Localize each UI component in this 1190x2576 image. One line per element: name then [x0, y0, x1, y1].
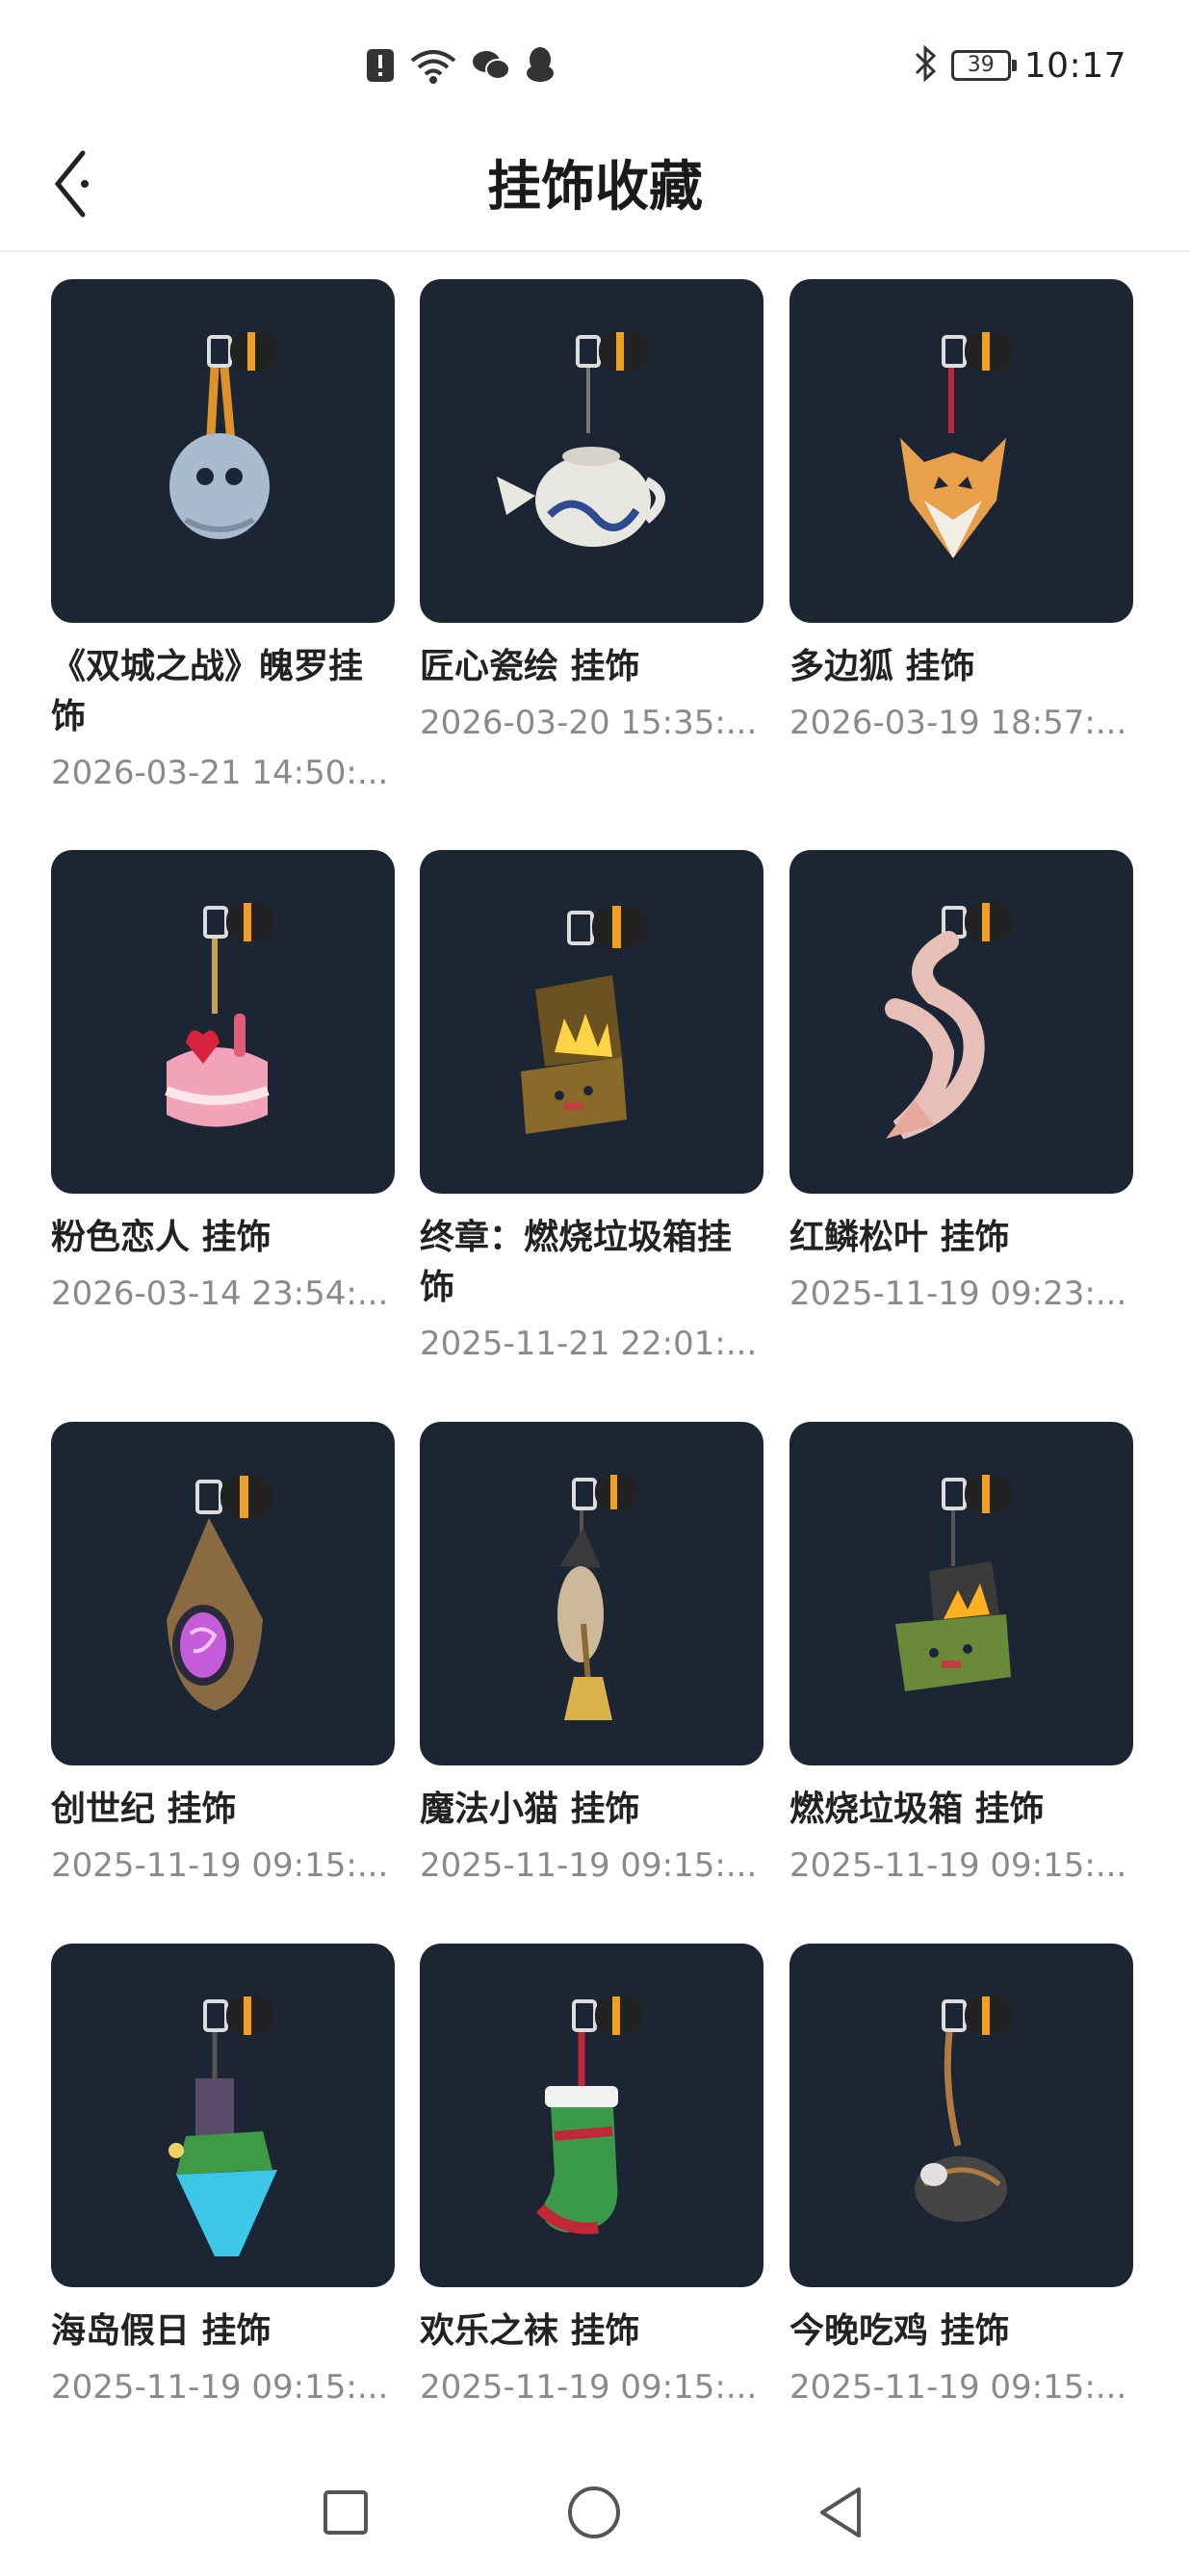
pendant-date: 2025-11-21 22:01:... [420, 1325, 758, 1363]
battery-icon: 39 [950, 50, 1017, 81]
pendant-card[interactable]: 粉色恋人 挂饰 2026-03-14 23:54:... [51, 850, 395, 1317]
cake-pendant-image [165, 903, 274, 1127]
pendant-date: 2026-03-14 23:54:... [51, 1275, 389, 1313]
pendant-thumbnail [420, 279, 763, 623]
status-right: 39 10:17 [913, 39, 1126, 92]
pendant-name: 创世纪 挂饰 [51, 1790, 237, 1829]
title-bar: 挂饰收藏 [0, 135, 1190, 252]
pendant-name: 匠心瓷绘 挂饰 [420, 647, 640, 686]
pendant-date: 2025-11-19 09:15:... [51, 1846, 389, 1885]
pendant-name: 欢乐之袜 挂饰 [420, 2311, 640, 2351]
nav-back-button[interactable] [792, 2464, 889, 2561]
home-icon [568, 2486, 620, 2538]
pendant-name: 终章：燃烧垃圾箱挂饰 [420, 1218, 733, 1307]
pendant-date: 2026-03-19 18:57:... [789, 704, 1127, 742]
burning-bin-finale-pendant-image [521, 906, 646, 1134]
recent-apps-icon [323, 2490, 368, 2535]
pendant-thumbnail [51, 1944, 395, 2287]
pendant-thumbnail [420, 850, 763, 1194]
pendant-name: 今晚吃鸡 挂饰 [789, 2311, 1010, 2351]
clock: 10:17 [1023, 45, 1126, 86]
pendant-card[interactable]: 《双城之战》魄罗挂饰 2026-03-21 14:50:... [51, 279, 395, 796]
pendant-thumbnail [420, 1422, 763, 1765]
pendant-name: 多边狐 挂饰 [789, 647, 975, 686]
pendant-card[interactable]: 创世纪 挂饰 2025-11-19 09:15:... [51, 1422, 395, 1889]
home-button[interactable] [546, 2464, 642, 2561]
back-icon [820, 2487, 861, 2537]
teapot-pendant-image [497, 332, 665, 547]
pendant-thumbnail [789, 1422, 1133, 1765]
pendant-thumbnail [51, 1422, 395, 1765]
status-icons [366, 40, 556, 90]
pendant-card[interactable]: 匠心瓷绘 挂饰 2026-03-20 15:35:... [420, 279, 763, 746]
pendant-card[interactable]: 燃烧垃圾箱 挂饰 2025-11-19 09:15:... [789, 1422, 1133, 1889]
fox-pendant-image [900, 332, 1013, 558]
navigation-bar [0, 2464, 1190, 2561]
pendant-thumbnail [420, 1944, 763, 2287]
pendant-name: 魔法小猫 挂饰 [420, 1790, 640, 1829]
genesis-pendant-image [167, 1476, 274, 1711]
pendant-thumbnail [51, 279, 395, 623]
pendant-card[interactable]: 海岛假日 挂饰 2025-11-19 09:15:... [51, 1944, 395, 2410]
pendant-name: 红鳞松叶 挂饰 [789, 1218, 1010, 1257]
pendant-thumbnail [51, 850, 395, 1194]
pendant-thumbnail [789, 1944, 1133, 2287]
chicken-dinner-pendant-image [915, 1996, 1013, 2222]
pendant-card[interactable]: 红鳞松叶 挂饰 2025-11-19 09:23:... [789, 850, 1133, 1317]
page-title: 挂饰收藏 [487, 156, 703, 219]
pendant-name: 粉色恋人 挂饰 [51, 1218, 272, 1257]
pendant-date: 2025-11-19 09:15:... [789, 2368, 1127, 2407]
island-pendant-image [168, 1996, 277, 2256]
pendant-date: 2025-11-19 09:15:... [420, 2368, 758, 2407]
pendant-date: 2025-11-19 09:23:... [789, 1275, 1127, 1313]
alert-icon [366, 48, 395, 83]
pendant-name: 海岛假日 挂饰 [51, 2311, 272, 2351]
koi-pendant-image [885, 903, 1013, 1140]
pendant-card[interactable]: 欢乐之袜 挂饰 2025-11-19 09:15:... [420, 1944, 763, 2410]
pendant-name: 燃烧垃圾箱 挂饰 [789, 1790, 1045, 1829]
wechat-icon [472, 48, 510, 83]
wifi-icon [408, 45, 458, 86]
recent-apps-button[interactable] [298, 2464, 394, 2561]
pendant-card[interactable]: 今晚吃鸡 挂饰 2025-11-19 09:15:... [789, 1944, 1133, 2410]
stocking-pendant-image [535, 1996, 643, 2234]
magic-cat-pendant-image [557, 1475, 637, 1720]
pendant-date: 2026-03-21 14:50:... [51, 754, 389, 792]
pendant-thumbnail [789, 279, 1133, 623]
pendant-card[interactable]: 多边狐 挂饰 2026-03-19 18:57:... [789, 279, 1133, 746]
qq-icon [524, 46, 556, 85]
pendant-date: 2025-11-19 09:15:... [51, 2368, 389, 2407]
pendant-thumbnail [789, 850, 1133, 1194]
pendant-date: 2025-11-19 09:15:... [789, 1846, 1127, 1885]
bluetooth-icon [913, 44, 938, 87]
poro-pendant-image [169, 332, 278, 539]
pendant-name: 《双城之战》魄罗挂饰 [51, 647, 364, 736]
pendant-date: 2025-11-19 09:15:... [420, 1846, 758, 1885]
burning-bin-pendant-image [895, 1475, 1013, 1691]
pendant-date: 2026-03-20 15:35:... [420, 704, 758, 742]
pendant-card[interactable]: 魔法小猫 挂饰 2025-11-19 09:15:... [420, 1422, 763, 1889]
status-bar: 39 10:17 [0, 0, 1190, 135]
pendant-card[interactable]: 终章：燃烧垃圾箱挂饰 2025-11-21 22:01:... [420, 850, 763, 1367]
